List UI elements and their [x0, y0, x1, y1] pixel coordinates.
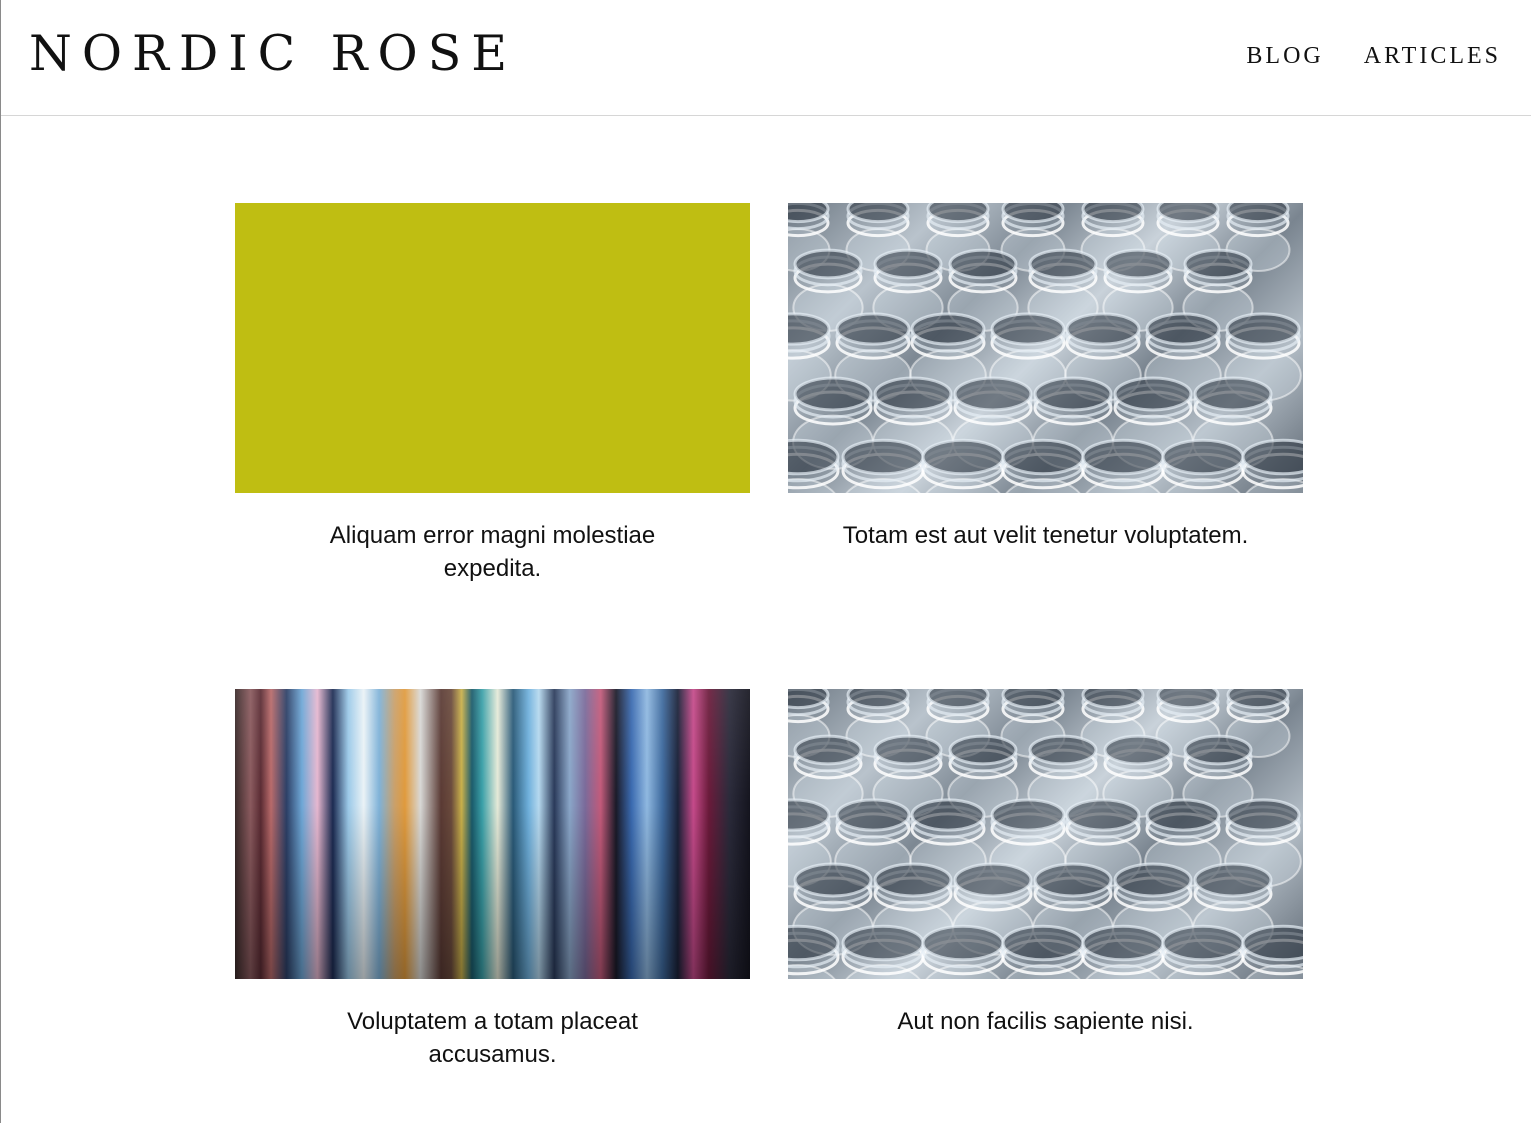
post-thumbnail-bottles[interactable]	[788, 203, 1303, 493]
nav-link-articles[interactable]: ARTICLES	[1364, 40, 1501, 72]
site-logo[interactable]: NORDIC ROSE	[29, 24, 517, 84]
post-thumbnail-solid[interactable]	[235, 203, 750, 493]
post-thumbnail-streaks[interactable]	[235, 689, 750, 979]
post-title[interactable]: Totam est aut velit tenetur voluptatem.	[811, 519, 1281, 552]
post-title[interactable]: Aut non facilis sapiente nisi.	[846, 1005, 1246, 1038]
post-title[interactable]: Voluptatem a totam placeat accusamus.	[293, 1005, 693, 1071]
post-title[interactable]: Aliquam error magni molestiae expedita.	[293, 519, 693, 585]
post-card[interactable]: Totam est aut velit tenetur voluptatem.	[788, 203, 1303, 552]
post-thumbnail-bottles[interactable]	[788, 689, 1303, 979]
post-card[interactable]: Aut non facilis sapiente nisi.	[788, 689, 1303, 1038]
post-card[interactable]: Aliquam error magni molestiae expedita.	[235, 203, 750, 585]
post-card[interactable]: Voluptatem a totam placeat accusamus.	[235, 689, 750, 1071]
site-header: NORDIC ROSE BLOG ARTICLES	[1, 0, 1531, 116]
main-nav: BLOG ARTICLES	[1246, 40, 1501, 72]
nav-link-blog[interactable]: BLOG	[1246, 40, 1323, 72]
